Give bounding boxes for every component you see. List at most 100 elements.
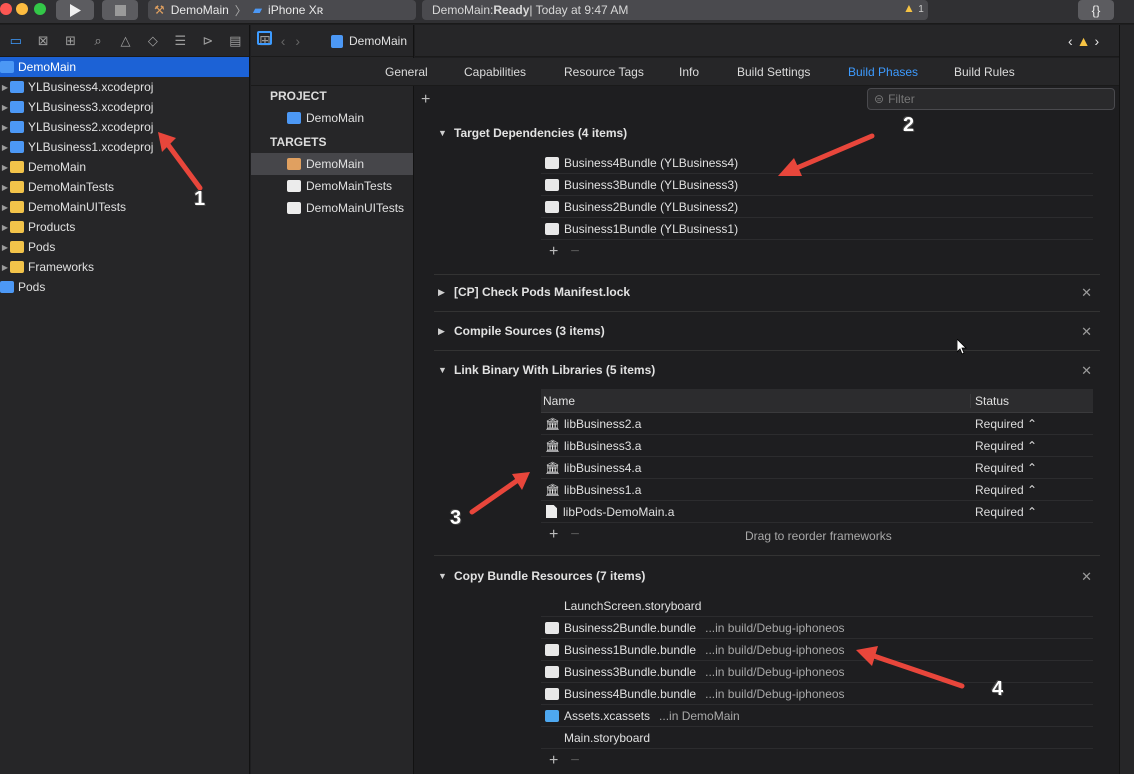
tab-general[interactable]: General bbox=[385, 58, 428, 86]
list-item[interactable]: Assets.xcassets ...in DemoMain bbox=[541, 705, 1093, 727]
disclosure-right-icon[interactable]: ▶ bbox=[0, 243, 10, 252]
disclosure-right-icon[interactable]: ▶ bbox=[0, 123, 10, 132]
breakpoint-icon[interactable]: ⊳ bbox=[194, 33, 221, 49]
navigator-item[interactable]: ▶ Products bbox=[0, 217, 249, 237]
status-popup[interactable]: Required ⌃ bbox=[971, 439, 1037, 453]
table-row[interactable]: libPods-DemoMain.a Required ⌃ bbox=[541, 501, 1093, 523]
table-row[interactable]: 🏛 libBusiness2.a Required ⌃ bbox=[541, 413, 1093, 435]
search-icon[interactable]: ⌕ bbox=[84, 33, 111, 49]
status-popup[interactable]: Required ⌃ bbox=[971, 483, 1037, 497]
tab-build-phases[interactable]: Build Phases bbox=[848, 58, 918, 86]
stop-button[interactable] bbox=[102, 0, 138, 20]
target-item[interactable]: DemoMainTests bbox=[251, 175, 413, 197]
close-icon[interactable]: ✕ bbox=[1081, 285, 1092, 301]
navigator-item[interactable]: ▶ DemoMainTests bbox=[0, 177, 249, 197]
tab-capabilities[interactable]: Capabilities bbox=[464, 58, 526, 86]
navigator-item[interactable]: ▶ DemoMain bbox=[0, 157, 249, 177]
chevron-right-icon[interactable]: › bbox=[1095, 33, 1100, 49]
list-item[interactable]: Business1Bundle.bundle ...in build/Debug-… bbox=[541, 639, 1093, 661]
list-item[interactable]: Main.storyboard bbox=[541, 727, 1093, 749]
navigator-item[interactable]: Pods bbox=[0, 277, 249, 297]
filter-field[interactable]: ⊜ Filter bbox=[867, 88, 1115, 110]
add-phase-button[interactable]: + bbox=[421, 91, 430, 109]
navigator-item[interactable]: ▶ DemoMainUITests bbox=[0, 197, 249, 217]
disclosure-right-icon[interactable]: ▶ bbox=[0, 83, 10, 92]
add-button[interactable]: + bbox=[549, 526, 558, 544]
close-window-button[interactable] bbox=[0, 3, 12, 15]
phase-header[interactable]: ▼ Target Dependencies (4 items) bbox=[434, 114, 1100, 152]
table-row[interactable]: 🏛 libBusiness1.a Required ⌃ bbox=[541, 479, 1093, 501]
remove-button[interactable]: − bbox=[570, 243, 579, 261]
phase-header[interactable]: ▼ Link Binary With Libraries (5 items) bbox=[434, 351, 1100, 389]
test-icon[interactable]: ◇ bbox=[139, 33, 166, 49]
tab-build-rules[interactable]: Build Rules bbox=[954, 58, 1015, 86]
target-item[interactable]: DemoMainUITests bbox=[251, 197, 413, 219]
status-popup[interactable]: Required ⌃ bbox=[971, 505, 1037, 519]
navigator-item[interactable]: ▶ YLBusiness2.xcodeproj bbox=[0, 117, 249, 137]
list-item[interactable]: Business4Bundle.bundle ...in build/Debug-… bbox=[541, 683, 1093, 705]
issue-icon[interactable]: △ bbox=[112, 33, 139, 49]
navigator-item[interactable]: DemoMain bbox=[0, 57, 249, 77]
navigator-item[interactable]: ▶ YLBusiness3.xcodeproj bbox=[0, 97, 249, 117]
navigator-item[interactable]: ▶ YLBusiness4.xcodeproj bbox=[0, 77, 249, 97]
close-icon[interactable]: ✕ bbox=[1081, 324, 1092, 340]
disclosure-right-icon[interactable]: ▶ bbox=[0, 263, 10, 272]
disclosure-right-icon[interactable]: ▶ bbox=[0, 143, 10, 152]
chevron-left-icon[interactable]: ‹ bbox=[1068, 33, 1073, 49]
minimize-window-button[interactable] bbox=[16, 3, 28, 15]
disclosure-right-icon[interactable]: ▶ bbox=[0, 223, 10, 232]
debug-icon[interactable]: ☰ bbox=[167, 33, 194, 49]
source-control-icon[interactable]: ⊠ bbox=[29, 33, 56, 49]
phase-header[interactable]: ▼ Copy Bundle Resources (7 items) bbox=[434, 557, 1100, 595]
remove-button[interactable]: − bbox=[570, 526, 579, 544]
back-arrow-icon[interactable]: ‹ bbox=[281, 33, 286, 49]
run-button[interactable] bbox=[56, 0, 94, 20]
table-row[interactable]: 🏛 libBusiness4.a Required ⌃ bbox=[541, 457, 1093, 479]
phase-header[interactable]: ▶ [CP] Check Pods Manifest.lock bbox=[434, 273, 1100, 311]
disclosure-down-icon[interactable]: ▼ bbox=[438, 571, 447, 581]
remove-button[interactable]: − bbox=[570, 752, 579, 770]
disclosure-right-icon[interactable]: ▶ bbox=[0, 183, 10, 192]
disclosure-right-icon[interactable]: ▶ bbox=[0, 163, 10, 172]
column-header-name[interactable]: Name bbox=[541, 393, 971, 408]
navigator-item[interactable]: ▶ YLBusiness1.xcodeproj bbox=[0, 137, 249, 157]
zoom-window-button[interactable] bbox=[34, 3, 46, 15]
folder-icon[interactable]: ▭ bbox=[2, 33, 29, 49]
target-item[interactable]: DemoMain bbox=[251, 153, 413, 175]
panel-toggle-icon[interactable] bbox=[257, 31, 272, 45]
report-icon[interactable]: ▤ bbox=[222, 33, 249, 49]
list-item[interactable]: Business2Bundle.bundle ...in build/Debug-… bbox=[541, 617, 1093, 639]
add-button[interactable]: + bbox=[549, 243, 558, 261]
tab-resource-tags[interactable]: Resource Tags bbox=[564, 58, 644, 86]
table-row[interactable]: 🏛 libBusiness3.a Required ⌃ bbox=[541, 435, 1093, 457]
disclosure-right-icon[interactable]: ▶ bbox=[0, 103, 10, 112]
list-item[interactable]: Business2Bundle (YLBusiness2) bbox=[541, 196, 1093, 218]
disclosure-right-icon[interactable]: ▶ bbox=[0, 203, 10, 212]
add-button[interactable]: + bbox=[549, 752, 558, 770]
scheme-selector[interactable]: ⚒ DemoMain 〉 ▰ iPhone Xʀ bbox=[148, 0, 416, 20]
list-item[interactable]: LaunchScreen.storyboard bbox=[541, 595, 1093, 617]
project-item[interactable]: DemoMain bbox=[251, 107, 413, 129]
disclosure-right-icon[interactable]: ▶ bbox=[438, 326, 446, 337]
forward-arrow-icon[interactable]: › bbox=[295, 33, 300, 49]
tab-build-settings[interactable]: Build Settings bbox=[737, 58, 810, 86]
status-popup[interactable]: Required ⌃ bbox=[971, 417, 1037, 431]
warning-badge[interactable]: ▲ 1 bbox=[903, 1, 924, 15]
warning-icon[interactable]: ▲ bbox=[1077, 33, 1091, 49]
navigator-item[interactable]: ▶ Pods bbox=[0, 237, 249, 257]
list-item[interactable]: Business3Bundle.bundle ...in build/Debug-… bbox=[541, 661, 1093, 683]
status-popup[interactable]: Required ⌃ bbox=[971, 461, 1037, 475]
close-icon[interactable]: ✕ bbox=[1081, 569, 1092, 585]
disclosure-down-icon[interactable]: ▼ bbox=[438, 365, 447, 375]
list-item[interactable]: Business1Bundle (YLBusiness1) bbox=[541, 218, 1093, 240]
column-header-status[interactable]: Status bbox=[971, 394, 1009, 408]
library-button[interactable]: {} bbox=[1078, 0, 1114, 20]
close-icon[interactable]: ✕ bbox=[1081, 363, 1092, 379]
tab-info[interactable]: Info bbox=[679, 58, 699, 86]
breadcrumb[interactable]: DemoMain bbox=[331, 25, 407, 57]
symbol-icon[interactable]: ⊞ bbox=[57, 33, 84, 49]
disclosure-down-icon[interactable]: ▼ bbox=[438, 128, 447, 138]
disclosure-right-icon[interactable]: ▶ bbox=[438, 287, 446, 298]
navigator-item[interactable]: ▶ Frameworks bbox=[0, 257, 249, 277]
phase-header[interactable]: ▶ Compile Sources (3 items) bbox=[434, 312, 1100, 350]
